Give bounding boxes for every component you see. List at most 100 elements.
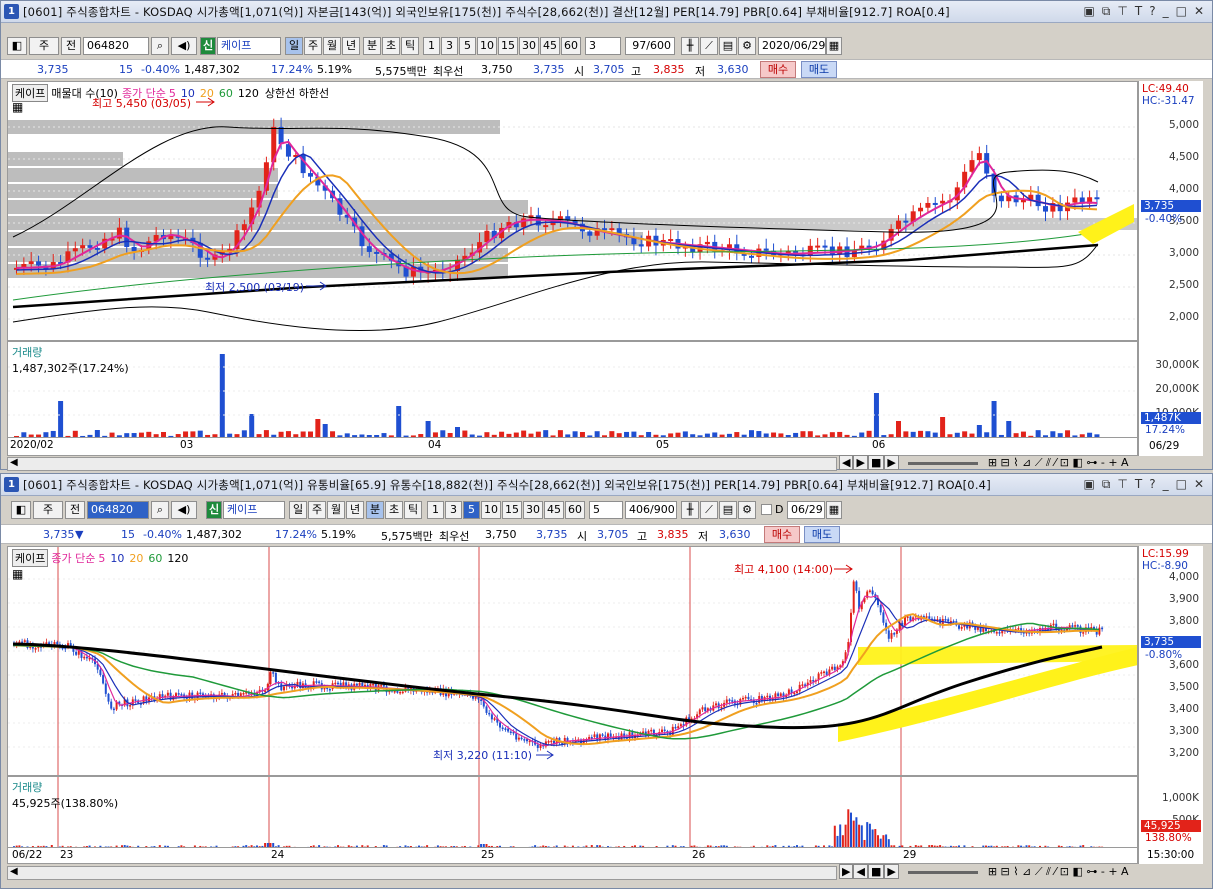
play-forward-icon[interactable]: ▶ [884,455,899,470]
pin-icon[interactable]: ⊤ [1117,4,1127,18]
candle-icon[interactable]: ╫ [681,501,699,519]
mode-select[interactable]: 주 [29,37,59,55]
interval-1[interactable]: 1 [423,37,440,55]
period-second[interactable]: 초 [385,501,403,519]
period-week[interactable]: 주 [308,501,326,519]
period-day[interactable]: 일 [289,501,307,519]
interval-30[interactable]: 30 [519,37,539,55]
layout-button[interactable]: ◧ [7,37,27,55]
volume-chart-panel[interactable]: 거래량 45,925주(138.80%) [7,776,1138,848]
prev-button[interactable]: 전 [65,501,85,519]
layout-icon[interactable]: ▣ [1084,477,1095,491]
close-icon[interactable]: ✕ [1194,4,1204,18]
sell-button[interactable]: 매도 [801,61,837,78]
sound-icon[interactable]: ◀) [171,37,197,55]
chart-scrollbar[interactable]: ◀ [7,866,837,880]
stock-code-input[interactable]: 064820 [87,501,149,519]
interval-15[interactable]: 15 [502,501,522,519]
interval-30[interactable]: 30 [523,501,543,519]
interval-5[interactable]: 5 [463,501,480,519]
line-tool-icon[interactable]: ⟋ [700,501,718,519]
period-minute[interactable]: 분 [366,501,384,519]
table-icon[interactable]: ▦ [12,567,23,581]
save-icon[interactable]: ▤ [719,37,737,55]
text-icon[interactable]: T [1135,477,1142,491]
interval-input[interactable]: 5 [589,501,623,519]
date-input[interactable]: 06/29 [787,501,825,519]
mode-select[interactable]: 주 [33,501,63,519]
period-week[interactable]: 주 [304,37,322,55]
play-forward-icon[interactable]: ▶ [884,864,899,879]
zoom-slider[interactable] [908,870,979,874]
table-icon[interactable]: ▦ [12,100,23,114]
interval-10[interactable]: 10 [477,37,497,55]
pin-icon[interactable]: ⊤ [1117,477,1127,491]
scroll-left-icon[interactable]: ◀ [10,457,18,468]
search-icon[interactable]: ⌕ [151,501,169,519]
play-back-icon[interactable]: ▶ [839,864,854,879]
bar-count-input[interactable]: 406/900 [625,501,677,519]
candle-icon[interactable]: ╫ [681,37,699,55]
layout-icon[interactable]: ▣ [1084,4,1095,18]
sound-icon[interactable]: ◀) [171,501,197,519]
stop-icon[interactable]: ■ [867,864,885,879]
buy-button[interactable]: 매수 [760,61,796,78]
chart-scrollbar[interactable]: ◀ [7,457,837,471]
period-tick[interactable]: 틱 [404,501,422,519]
tools-icon[interactable]: ⊞ ⊟ ⌇ ⊿ ⟋ ⫽ ⁄ ⊡ ◧ ⊶ - + A [988,865,1129,878]
period-month[interactable]: 월 [323,37,341,55]
volume-axis[interactable]: 1,000K500K 45,925 138.80% [1138,776,1203,848]
bar-count-input[interactable]: 97/600 [625,37,675,55]
price-axis[interactable]: LC:15.99 HC:-8.90 4,0003,9003,8003,7003,… [1138,546,1203,776]
search-icon[interactable]: ⌕ [151,37,169,55]
volume-chart-panel[interactable]: 거래량 1,487,302주(17.24%) [7,341,1138,438]
interval-60[interactable]: 60 [565,501,585,519]
period-minute[interactable]: 분 [363,37,381,55]
restore-icon[interactable]: ⧉ [1102,4,1111,19]
interval-60[interactable]: 60 [561,37,581,55]
gear-icon[interactable]: ⚙ [738,37,756,55]
stock-code-input[interactable]: 064820 [83,37,149,55]
interval-input[interactable]: 3 [585,37,621,55]
help-icon[interactable]: ? [1149,4,1155,18]
help-icon[interactable]: ? [1149,477,1155,491]
maximize-icon[interactable]: □ [1176,477,1187,491]
gear-icon[interactable]: ⚙ [738,501,756,519]
legend-stock-name[interactable]: 케이프 [12,549,49,567]
zoom-slider[interactable] [908,461,979,465]
tools-icon[interactable]: ⊞ ⊟ ⌇ ⊿ ⟋ ⫽ ⁄ ⊡ ◧ ⊶ - + A [988,456,1129,469]
layout-button[interactable]: ◧ [11,501,31,519]
period-tick[interactable]: 틱 [401,37,419,55]
title-bar[interactable]: 1 [0601] 주식종합차트 - KOSDAQ 시가총액[1,071(억)] … [1,1,1212,23]
period-year[interactable]: 년 [342,37,360,55]
interval-10[interactable]: 10 [481,501,501,519]
calendar-icon[interactable]: ▦ [826,501,842,519]
interval-1[interactable]: 1 [427,501,444,519]
close-icon[interactable]: ✕ [1194,477,1204,491]
period-second[interactable]: 초 [382,37,400,55]
minimize-icon[interactable]: _ [1163,477,1169,491]
day-checkbox[interactable] [761,504,772,515]
interval-5[interactable]: 5 [459,37,476,55]
pause-icon[interactable]: ◀ [853,864,868,879]
restore-icon[interactable]: ⧉ [1102,477,1111,492]
period-year[interactable]: 년 [346,501,364,519]
buy-button[interactable]: 매수 [764,526,800,543]
pause-icon[interactable]: ▶ [853,455,868,470]
date-input[interactable]: 2020/06/29 [758,37,826,55]
interval-3[interactable]: 3 [445,501,462,519]
save-icon[interactable]: ▤ [719,501,737,519]
scroll-left-icon[interactable]: ◀ [10,866,18,877]
interval-15[interactable]: 15 [498,37,518,55]
text-icon[interactable]: T [1135,4,1142,18]
title-bar[interactable]: 1 [0601] 주식종합차트 - KOSDAQ 시가총액[1,071(억)] … [1,474,1212,496]
prev-button[interactable]: 전 [61,37,81,55]
minimize-icon[interactable]: _ [1163,4,1169,18]
play-back-icon[interactable]: ◀ [839,455,854,470]
interval-3[interactable]: 3 [441,37,458,55]
price-axis[interactable]: LC:49.40 HC:-31.47 5,000 4,500 4,000 3,500 3… [1138,81,1203,341]
interval-45[interactable]: 45 [540,37,560,55]
interval-45[interactable]: 45 [544,501,564,519]
calendar-icon[interactable]: ▦ [826,37,842,55]
stop-icon[interactable]: ■ [867,455,885,470]
